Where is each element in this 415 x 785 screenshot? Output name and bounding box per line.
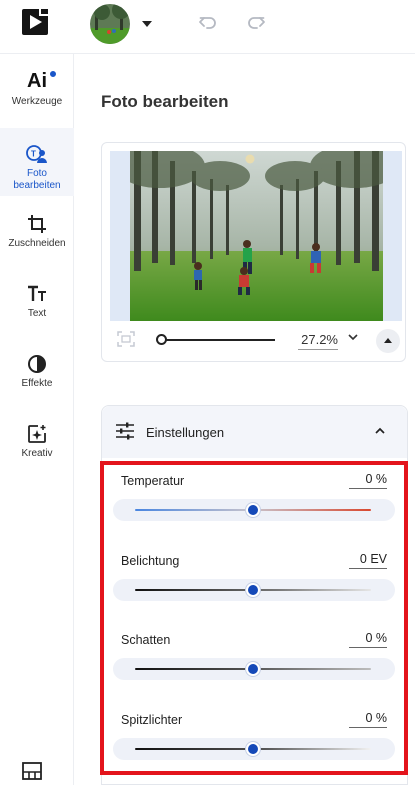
- sidebar-item-label: Effekte: [21, 378, 53, 389]
- zoom-slider-handle[interactable]: [156, 334, 167, 345]
- undo-icon[interactable]: [198, 12, 218, 32]
- sidebar-item-label: Text: [27, 308, 47, 319]
- sidebar-item-label: Kreativ: [21, 448, 53, 459]
- settings-header[interactable]: Einstellungen: [102, 406, 407, 458]
- sidebar-item-ai-tools[interactable]: Ai Werkzeuge: [0, 70, 74, 126]
- settings-title: Einstellungen: [146, 425, 225, 440]
- collapse-preview-button[interactable]: [376, 329, 400, 353]
- layout-icon[interactable]: [22, 762, 42, 780]
- svg-text:T: T: [31, 150, 36, 159]
- top-bar: [0, 0, 415, 54]
- chevron-down-icon[interactable]: [348, 333, 358, 341]
- preview-image[interactable]: [130, 151, 383, 321]
- text-icon: [28, 285, 46, 301]
- sidebar-item-label: bearbeiten: [13, 180, 61, 191]
- zoom-slider-track[interactable]: [157, 339, 275, 341]
- sidebar-item-text[interactable]: Text: [0, 284, 74, 334]
- photo-edit-icon: T: [26, 145, 47, 163]
- sidebar-item-photo-edit[interactable]: T Foto bearbeiten: [0, 128, 74, 196]
- preview-card: 27.2%: [101, 142, 406, 362]
- sidebar-item-creative[interactable]: Kreativ: [0, 424, 74, 474]
- effects-icon: [28, 355, 46, 373]
- sidebar-item-label: Zuschneiden: [8, 238, 66, 249]
- highlight-box: [100, 461, 408, 775]
- crop-icon: [28, 215, 46, 233]
- preview-area: [110, 151, 402, 321]
- redo-icon[interactable]: [246, 12, 266, 32]
- chevron-up-icon[interactable]: [374, 426, 386, 436]
- zoom-level[interactable]: 27.2%: [298, 332, 338, 350]
- notification-badge: [49, 70, 57, 78]
- app-logo-icon[interactable]: [22, 9, 48, 35]
- caret-up-icon: [384, 338, 392, 343]
- sidebar-item-label: Foto: [26, 168, 47, 179]
- sidebar: Ai Werkzeuge T Foto bearbeiten Zuschneid…: [0, 54, 74, 785]
- sidebar-item-label: Werkzeuge: [11, 96, 63, 107]
- sliders-icon: [116, 422, 134, 440]
- ai-icon: Ai: [27, 70, 47, 92]
- avatar[interactable]: [90, 4, 130, 44]
- sidebar-item-crop[interactable]: Zuschneiden: [0, 214, 74, 264]
- fit-screen-icon[interactable]: [117, 331, 135, 347]
- creative-icon: [28, 425, 46, 443]
- sidebar-item-effects[interactable]: Effekte: [0, 354, 74, 404]
- chevron-down-icon[interactable]: [141, 20, 153, 28]
- page-title: Foto bearbeiten: [101, 92, 229, 111]
